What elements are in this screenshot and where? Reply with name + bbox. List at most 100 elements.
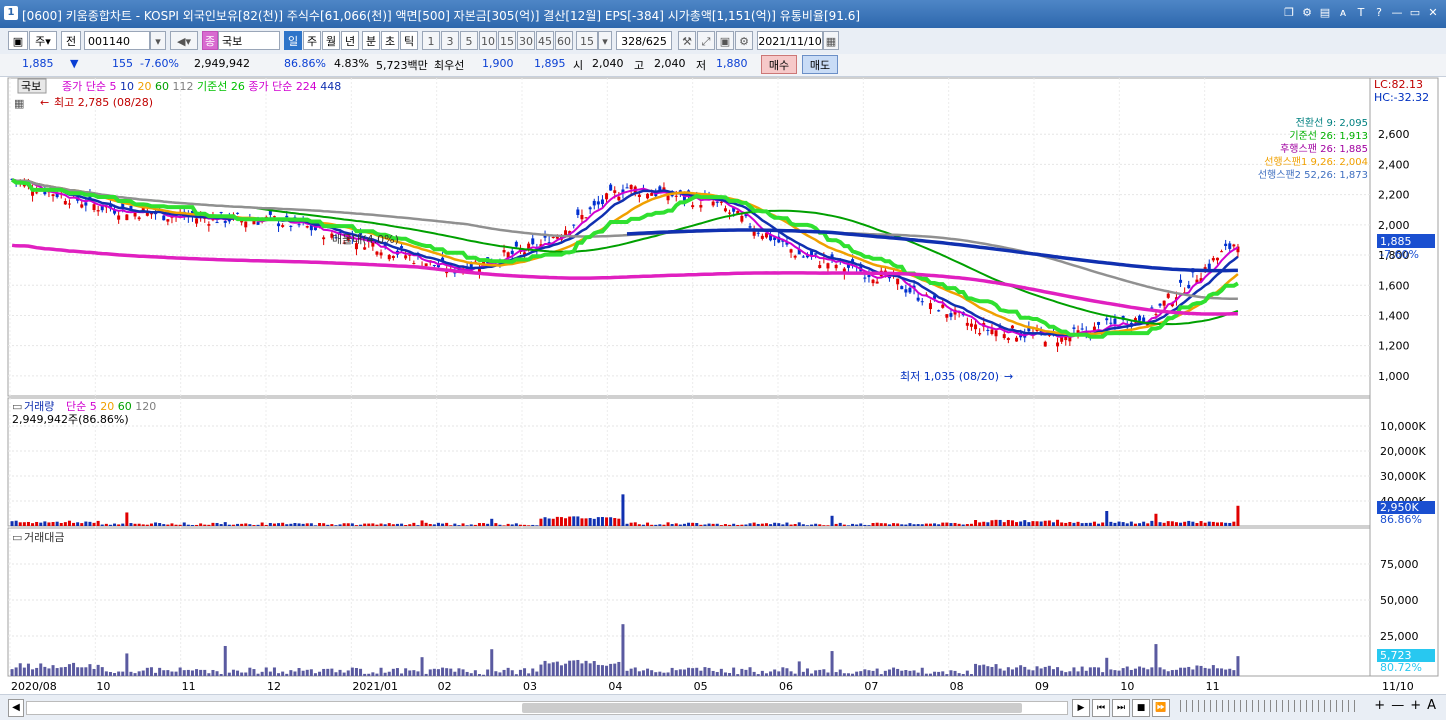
amount-bar <box>908 670 912 676</box>
maximize-button[interactable]: ▭ <box>1408 5 1422 21</box>
tab-second[interactable]: 초 <box>381 31 399 50</box>
volume-bar <box>1015 522 1019 526</box>
horizontal-scrollbar[interactable] <box>26 701 1068 715</box>
save-icon[interactable]: ▣ <box>716 31 734 50</box>
candle-body <box>137 217 141 220</box>
volume-bar <box>457 525 461 526</box>
font-icon[interactable]: T <box>1354 5 1368 21</box>
volume-bar <box>1080 523 1084 526</box>
scroll-right-button[interactable]: ▶ <box>1072 699 1090 717</box>
volume-collapse-icon[interactable]: ▭ <box>12 400 22 413</box>
volume-bar <box>551 518 555 526</box>
tab-minute[interactable]: 분 <box>362 31 380 50</box>
candle-body <box>1142 317 1146 322</box>
zoom-in-icon[interactable]: + <box>1374 698 1385 713</box>
volume-bar <box>1174 522 1178 526</box>
zoom-out-icon[interactable]: — <box>1391 698 1404 713</box>
amount-bar <box>1215 668 1219 676</box>
tab-day[interactable]: 일 <box>284 31 302 50</box>
candle-body <box>67 203 71 205</box>
buy-button[interactable]: 매수 <box>761 55 797 74</box>
amount-collapse-icon[interactable]: ▭ <box>12 531 22 544</box>
candle-body <box>502 250 506 253</box>
interval-30[interactable]: 30 <box>517 31 535 50</box>
tab-month[interactable]: 월 <box>322 31 340 50</box>
stock-dropdown-icon[interactable]: ▾ <box>150 31 166 50</box>
interval-dropdown-icon[interactable]: ▾ <box>598 31 612 50</box>
chart-area[interactable]: 국보 종가 단순 5 10 20 60 112 기준선 26 종가 단순 224… <box>0 76 1446 694</box>
calendar-icon[interactable]: ▦ <box>823 31 839 50</box>
stock-name-field[interactable]: 국보 <box>218 31 280 50</box>
first-icon[interactable]: ⏮ <box>1092 699 1110 717</box>
interval-60[interactable]: 60 <box>555 31 573 50</box>
settings-icon[interactable]: ⚙ <box>735 31 753 50</box>
date-input[interactable]: 2021/11/10 <box>757 31 823 50</box>
volume-bar <box>1224 522 1228 526</box>
ichimoku-item: 선행스팬2 52,26: 1,873 <box>1258 169 1368 181</box>
amount-bar <box>777 671 781 676</box>
sell-button[interactable]: 매도 <box>802 55 838 74</box>
tool-icon-2[interactable]: ⤢ <box>697 31 715 50</box>
table-icon[interactable]: ▦ <box>14 97 24 110</box>
stop-icon[interactable]: ■ <box>1132 699 1150 717</box>
candle-body <box>908 287 912 293</box>
interval-10[interactable]: 10 <box>479 31 497 50</box>
candle-body <box>285 215 289 218</box>
interval-15[interactable]: 15 <box>498 31 516 50</box>
amount-bar <box>769 671 773 676</box>
count-field[interactable]: 328/625 <box>616 31 672 50</box>
restore-icon[interactable]: ❐ <box>1282 5 1296 21</box>
volume-bar <box>285 524 289 526</box>
amount-bar <box>1010 669 1014 676</box>
stock-code-input[interactable]: 001140 <box>84 31 150 50</box>
legend-item: 112 <box>169 80 194 93</box>
volume-bar <box>797 522 801 526</box>
lc-label: LC:82.13 <box>1374 78 1423 91</box>
volume-bar <box>584 518 588 526</box>
candle-body <box>793 255 797 258</box>
volume-y-tick: 30,000K <box>1380 470 1426 483</box>
interval-5[interactable]: 5 <box>460 31 478 50</box>
tab-week[interactable]: 주 <box>303 31 321 50</box>
amount-bar <box>1170 670 1174 676</box>
amount-bar <box>830 651 834 676</box>
amount-bar <box>1138 666 1142 676</box>
candle-body <box>387 254 391 260</box>
amount-bar <box>892 667 896 676</box>
interval-1[interactable]: 1 <box>422 31 440 50</box>
scroll-left-button[interactable]: ◀ <box>8 699 24 717</box>
scroll-thumb[interactable] <box>522 703 1022 713</box>
auto-scale-icon[interactable]: A <box>1427 698 1436 713</box>
volume-bar <box>793 524 797 526</box>
speaker-icon[interactable]: ◀▾ <box>170 31 198 50</box>
help-icon[interactable]: ? <box>1372 5 1386 21</box>
font-small-icon[interactable]: ᴀ <box>1336 5 1350 21</box>
volume-bar <box>846 525 850 526</box>
interval-45[interactable]: 45 <box>536 31 554 50</box>
tab-tick[interactable]: 틱 <box>400 31 418 50</box>
interval-3[interactable]: 3 <box>441 31 459 50</box>
close-button[interactable]: ✕ <box>1426 5 1440 21</box>
layout-icon[interactable]: ▤ <box>1318 5 1332 21</box>
minimize-button[interactable]: — <box>1390 5 1404 21</box>
amount-bar <box>789 671 793 676</box>
amount-bar <box>256 673 260 676</box>
chart-settings-icon[interactable]: ▣ <box>8 31 28 50</box>
volume-bar <box>908 523 912 526</box>
volume-bar <box>916 524 920 526</box>
period-select[interactable]: 주▾ <box>29 31 57 50</box>
fast-forward-icon[interactable]: ⏩ <box>1152 699 1170 717</box>
amount-bar <box>363 673 367 676</box>
zoom-scale[interactable] <box>1180 700 1360 712</box>
gear-icon[interactable]: ⚙ <box>1300 5 1314 21</box>
tab-year[interactable]: 년 <box>341 31 359 50</box>
amount-bar <box>945 674 949 676</box>
tag-badge[interactable]: 종 <box>202 31 218 50</box>
tool-icon-1[interactable]: ⚒ <box>678 31 696 50</box>
all-button[interactable]: 전 <box>61 31 81 50</box>
amount-bar <box>883 670 887 676</box>
crosshair-icon[interactable]: + <box>1410 698 1421 713</box>
interval-custom[interactable]: 15 <box>576 31 598 50</box>
last-icon[interactable]: ⏭ <box>1112 699 1130 717</box>
candle-body <box>1010 325 1014 329</box>
